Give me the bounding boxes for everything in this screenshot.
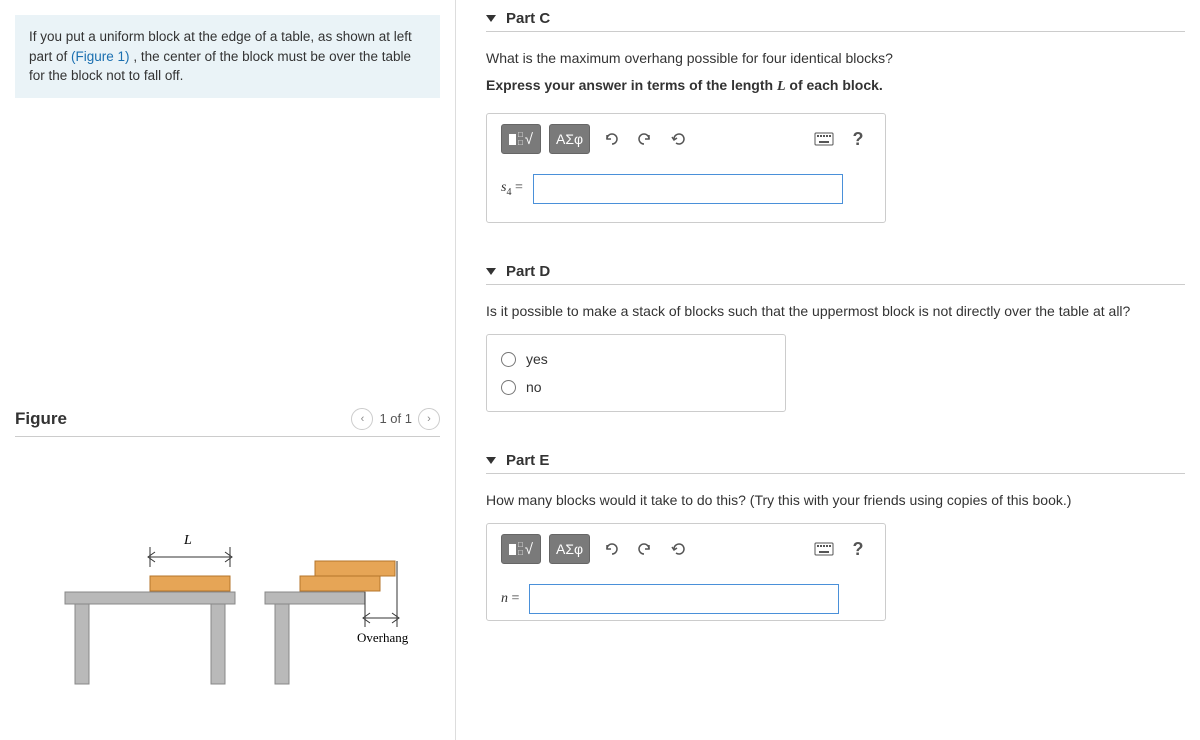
redo-icon (637, 542, 653, 556)
collapse-part-e-icon[interactable] (486, 457, 496, 464)
label-L: L (183, 533, 192, 548)
figure-canvas: L Overhang (15, 492, 440, 692)
keyboard-icon (814, 542, 834, 556)
part-c-answer-input[interactable] (533, 174, 843, 204)
templates-icon: □□ √ (509, 541, 533, 558)
undo-icon (603, 542, 619, 556)
templates-button-e[interactable]: □□ √ (501, 534, 541, 564)
problem-intro: If you put a uniform block at the edge o… (15, 15, 440, 98)
part-d-title: Part D (506, 263, 550, 280)
part-e-question: How many blocks would it take to do this… (486, 490, 1185, 511)
redo-button-e[interactable] (632, 536, 658, 562)
pager-label: 1 of 1 (379, 411, 412, 426)
figure-section: Figure ‹ 1 of 1 › L (15, 408, 440, 692)
reset-button-e[interactable] (666, 536, 692, 562)
prev-figure-button[interactable]: ‹ (351, 408, 373, 430)
option-yes[interactable]: yes (501, 345, 771, 373)
part-d: Part D Is it possible to make a stack of… (486, 263, 1185, 412)
undo-button-e[interactable] (598, 536, 624, 562)
reset-icon (671, 131, 687, 147)
templates-icon: □□ √ (509, 131, 533, 148)
greek-button-e[interactable]: ΑΣφ (549, 534, 590, 564)
part-c-question: What is the maximum overhang possible fo… (486, 48, 1185, 69)
figure-pager: ‹ 1 of 1 › (351, 408, 440, 430)
greek-button[interactable]: ΑΣφ (549, 124, 590, 154)
figure-link[interactable]: (Figure 1) (71, 49, 130, 64)
part-c-answer-label: s4 = (501, 180, 523, 198)
undo-icon (603, 132, 619, 146)
radio-yes[interactable] (501, 352, 516, 367)
figure-title: Figure (15, 409, 67, 429)
collapse-part-d-icon[interactable] (486, 268, 496, 275)
undo-button[interactable] (598, 126, 624, 152)
keyboard-button-e[interactable] (811, 536, 837, 562)
label-overhang: Overhang (357, 630, 409, 645)
part-c: Part C What is the maximum overhang poss… (486, 10, 1185, 223)
reset-button[interactable] (666, 126, 692, 152)
next-figure-button[interactable]: › (418, 408, 440, 430)
part-d-options: yes no (486, 334, 786, 412)
templates-button[interactable]: □□ √ (501, 124, 541, 154)
help-button[interactable]: ? (845, 126, 871, 152)
part-c-instruction: Express your answer in terms of the leng… (486, 77, 1185, 95)
keyboard-icon (814, 132, 834, 146)
part-e-answer-box: □□ √ ΑΣφ ? (486, 523, 886, 621)
keyboard-button[interactable] (811, 126, 837, 152)
part-c-answer-box: □□ √ ΑΣφ ? (486, 113, 886, 223)
part-e: Part E How many blocks would it take to … (486, 452, 1185, 621)
redo-button[interactable] (632, 126, 658, 152)
option-no[interactable]: no (501, 373, 771, 401)
part-c-title: Part C (506, 10, 550, 27)
help-button-e[interactable]: ? (845, 536, 871, 562)
radio-no[interactable] (501, 380, 516, 395)
part-e-title: Part E (506, 452, 549, 469)
reset-icon (671, 541, 687, 557)
part-e-answer-label: n = (501, 591, 519, 607)
part-d-question: Is it possible to make a stack of blocks… (486, 301, 1185, 322)
collapse-part-c-icon[interactable] (486, 15, 496, 22)
part-e-answer-input[interactable] (529, 584, 839, 614)
redo-icon (637, 132, 653, 146)
